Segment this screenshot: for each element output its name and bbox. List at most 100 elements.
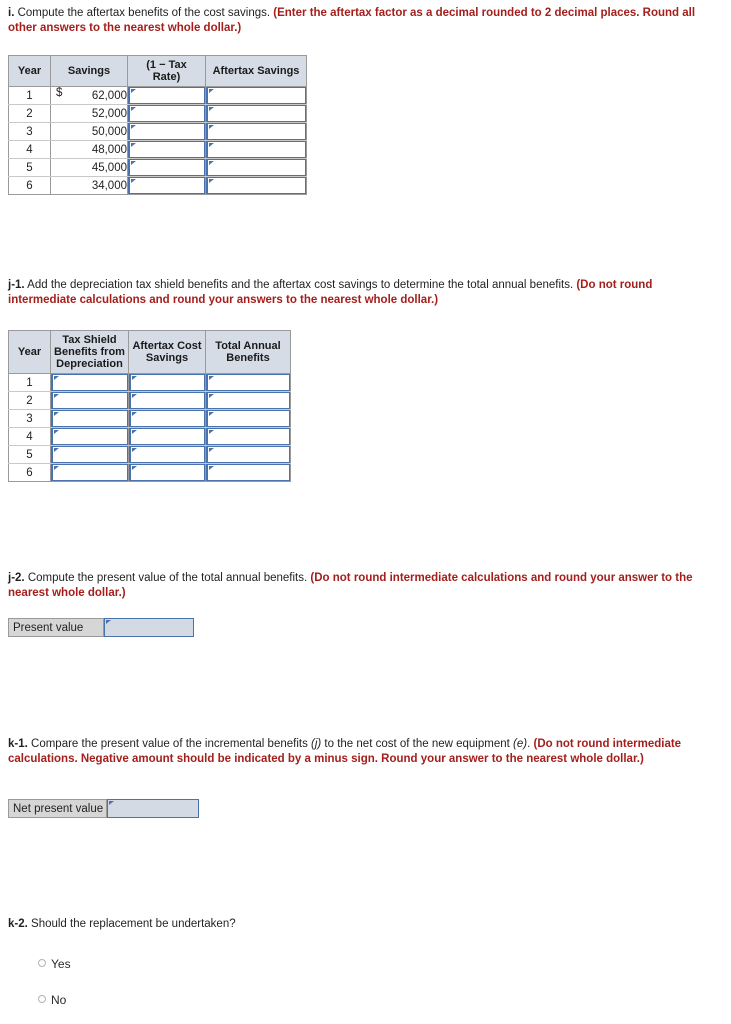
- cell-aftertax-input[interactable]: [205, 104, 307, 123]
- total-annual-benefits-input[interactable]: [206, 392, 290, 409]
- cell-tax-rate-input[interactable]: [127, 104, 206, 123]
- aftertax-cost-savings-input[interactable]: [129, 428, 205, 445]
- cell-tax-shield-input[interactable]: [50, 409, 129, 428]
- aftertax-savings-input[interactable]: [206, 123, 306, 140]
- cell-total-benefits-input[interactable]: [205, 427, 291, 446]
- cell-total-benefits-input[interactable]: [206, 464, 291, 482]
- cell-tax-shield-input[interactable]: [50, 445, 129, 464]
- cell-year: 6: [8, 176, 51, 195]
- table-row: 5: [8, 445, 291, 464]
- tax-rate-input[interactable]: [128, 159, 205, 176]
- cell-tax-shield-input[interactable]: [50, 391, 129, 410]
- aftertax-savings-input[interactable]: [206, 177, 306, 194]
- table-row: 1: [8, 373, 291, 392]
- cell-tax-rate-input[interactable]: [127, 140, 206, 159]
- net-present-value-input[interactable]: [107, 799, 199, 818]
- savings-value: 34,000: [91, 179, 127, 192]
- aftertax-cost-savings-input[interactable]: [129, 464, 205, 481]
- savings-value: 48,000: [91, 143, 127, 156]
- prompt-j1: j-1. Add the depreciation tax shield ben…: [8, 278, 720, 308]
- cell-total-benefits-input[interactable]: [205, 391, 291, 410]
- cell-aftertax-cost-input[interactable]: [128, 427, 206, 446]
- cell-tax-shield-input[interactable]: [50, 463, 129, 482]
- cell-aftertax-cost-input[interactable]: [128, 409, 206, 428]
- cell-aftertax-input[interactable]: [205, 140, 307, 159]
- cell-total-benefits-input[interactable]: [205, 409, 291, 428]
- radio-option-yes[interactable]: Yes: [38, 958, 71, 971]
- table-row: 2 52,000: [8, 104, 307, 123]
- aftertax-savings-input[interactable]: [206, 87, 306, 104]
- tax-rate-input[interactable]: [128, 177, 205, 194]
- radio-label-yes: Yes: [51, 957, 71, 971]
- aftertax-savings-input[interactable]: [206, 141, 306, 158]
- table-row: 3: [8, 409, 291, 428]
- prompt-j2: j-2. Compute the present value of the to…: [8, 571, 724, 601]
- tax-shield-input[interactable]: [51, 446, 128, 463]
- col-header-year: Year: [8, 55, 51, 87]
- aftertax-cost-savings-input[interactable]: [129, 374, 205, 391]
- cell-aftertax-input[interactable]: [205, 86, 307, 105]
- cell-tax-shield-input[interactable]: [50, 373, 129, 392]
- prompt-k1-ref-j: (j): [311, 738, 322, 750]
- present-value-input[interactable]: [103, 618, 194, 637]
- prompt-i-text: Compute the aftertax benefits of the cos…: [14, 7, 274, 19]
- aftertax-savings-input[interactable]: [206, 159, 306, 176]
- cell-year: 6: [8, 463, 51, 482]
- tax-rate-input[interactable]: [128, 105, 205, 122]
- cell-year: 2: [8, 104, 51, 123]
- table-row: 5 45,000: [8, 158, 307, 177]
- total-annual-benefits-input[interactable]: [206, 374, 290, 391]
- tax-shield-input[interactable]: [51, 464, 128, 481]
- savings-value: 52,000: [91, 107, 127, 120]
- total-annual-benefits-input[interactable]: [206, 446, 290, 463]
- col-header-aftertax-savings: Aftertax Savings: [205, 55, 307, 87]
- cell-total-benefits-input[interactable]: [205, 445, 291, 464]
- aftertax-cost-savings-input[interactable]: [129, 392, 205, 409]
- cell-aftertax-input[interactable]: [205, 122, 307, 141]
- cell-year: 3: [8, 122, 51, 141]
- cell-savings: 52,000: [50, 104, 128, 123]
- table-row: 4: [8, 427, 291, 446]
- table-row: 6: [8, 463, 291, 482]
- prompt-j1-text: Add the depreciation tax shield benefits…: [24, 279, 577, 291]
- col-header-year: Year: [8, 330, 51, 374]
- cell-year: 1: [8, 373, 51, 392]
- radio-option-no[interactable]: No: [38, 994, 66, 1007]
- tax-rate-input[interactable]: [128, 123, 205, 140]
- cell-total-benefits-input[interactable]: [205, 373, 291, 392]
- total-annual-benefits-input[interactable]: [206, 464, 290, 481]
- aftertax-cost-savings-input[interactable]: [129, 410, 205, 427]
- cell-aftertax-cost-input[interactable]: [128, 445, 206, 464]
- cell-savings: 34,000: [50, 176, 128, 195]
- total-annual-benefits-input[interactable]: [206, 410, 290, 427]
- tax-rate-input[interactable]: [128, 141, 205, 158]
- cell-aftertax-cost-input[interactable]: [128, 463, 206, 482]
- table-row: 4 48,000: [8, 140, 307, 159]
- cell-tax-shield-input[interactable]: [50, 427, 129, 446]
- table-aftertax-savings-header-row: Year Savings (1 − Tax Rate) Aftertax Sav…: [8, 55, 307, 87]
- cell-aftertax-cost-input[interactable]: [128, 391, 206, 410]
- cell-tax-rate-input[interactable]: [127, 176, 206, 195]
- radio-button-no[interactable]: [38, 995, 46, 1003]
- cell-aftertax-input[interactable]: [206, 177, 307, 195]
- table-row: 2: [8, 391, 291, 410]
- radio-button-yes[interactable]: [38, 959, 46, 967]
- tax-shield-input[interactable]: [51, 392, 128, 409]
- prompt-k2-label: k-2.: [8, 918, 28, 930]
- currency-symbol: $: [56, 87, 63, 99]
- prompt-k1-ref-e: (e): [513, 738, 528, 750]
- cell-tax-rate-input[interactable]: [127, 86, 206, 105]
- cell-aftertax-cost-input[interactable]: [128, 373, 206, 392]
- aftertax-savings-input[interactable]: [206, 105, 306, 122]
- tax-rate-input[interactable]: [128, 87, 205, 104]
- cell-aftertax-input[interactable]: [205, 158, 307, 177]
- tax-shield-input[interactable]: [51, 428, 128, 445]
- tax-shield-input[interactable]: [51, 410, 128, 427]
- tax-shield-input[interactable]: [51, 374, 128, 391]
- aftertax-cost-savings-input[interactable]: [129, 446, 205, 463]
- cell-savings: 48,000: [50, 140, 128, 159]
- cell-tax-rate-input[interactable]: [127, 158, 206, 177]
- total-annual-benefits-input[interactable]: [206, 428, 290, 445]
- cell-tax-rate-input[interactable]: [127, 122, 206, 141]
- cell-savings: 45,000: [50, 158, 128, 177]
